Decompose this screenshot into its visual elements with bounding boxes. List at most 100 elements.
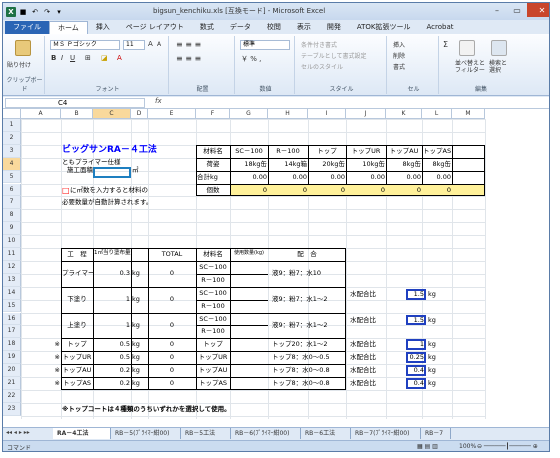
row-header[interactable]: 13 [3,273,21,287]
currency-icon[interactable]: ￥ % , [241,54,261,64]
row-header[interactable]: 8 [3,209,21,223]
sheet-tab[interactable]: RB－7(ﾌﾟﾗｲﾏｰ紺00) [351,428,421,439]
column-header[interactable]: G [230,109,268,119]
process-material: R－100 [201,327,225,336]
sheet-tab[interactable]: RB－6(ﾌﾟﾗｲﾏｰ紺00) [231,428,301,439]
column-header[interactable]: A [21,109,61,119]
sheet-tab[interactable]: RB－5工法 [181,428,231,439]
process-total: 0 [169,320,175,329]
sheet-tab[interactable]: RB－5(ﾌﾟﾗｲﾏｰ紺00) [111,428,181,439]
column-header[interactable]: I [308,109,346,119]
delete-cells-button[interactable]: 削除 [393,51,405,60]
row-header[interactable]: 2 [3,131,21,145]
column-header[interactable]: B [61,109,93,119]
row-header[interactable]: 7 [3,196,21,210]
row-header[interactable]: 19 [3,351,21,365]
font-size-combo[interactable]: 11 [123,40,145,50]
area-input[interactable] [93,166,131,179]
row-header[interactable]: 4 [3,157,21,171]
zoom-slider[interactable]: ⊖ ──────┃────── ⊕ [477,443,538,450]
insert-cells-button[interactable]: 挿入 [393,40,405,49]
cell-styles-button[interactable]: セルのスタイル [301,62,343,71]
column-header[interactable]: C [93,109,131,119]
column-header[interactable]: H [268,109,308,119]
ribbon-tab[interactable]: ATOK拡張ツール [349,21,419,34]
row-header[interactable]: 6 [3,183,21,197]
sheet-tab[interactable]: RA－4工法 [53,428,111,439]
ribbon-tab[interactable]: 開発 [319,21,349,34]
sheet-tab[interactable]: RB－6工法 [301,428,351,439]
row-header[interactable]: 3 [3,144,21,158]
select-all-corner[interactable] [3,109,21,119]
font-color-icon[interactable]: A [117,54,122,62]
restore-icon[interactable]: ▭ [507,3,527,17]
conditional-format-button[interactable]: 条件付き書式 [301,40,337,49]
redo-icon[interactable]: ↷ [42,7,52,17]
save-icon[interactable]: ■ [18,7,28,17]
format-as-table-button[interactable]: テーブルとして書式設定 [301,51,366,60]
row-header[interactable]: 11 [3,248,21,261]
minimize-icon[interactable]: – [487,3,507,17]
underline-icon[interactable]: U [70,54,75,62]
bold-icon[interactable]: B [51,54,56,62]
border-icon[interactable]: ⊞ [85,54,91,62]
customize-icon[interactable]: ▾ [54,7,64,17]
find-select-icon[interactable] [491,40,507,56]
ribbon-tab[interactable]: ファイル [5,21,49,34]
sheet-tab[interactable]: RB－7 [421,428,451,439]
sheet-nav-icon[interactable]: ◂◂ ◂ ▸ ▸▸ [6,429,30,436]
column-header[interactable]: J [346,109,386,119]
undo-icon[interactable]: ↶ [30,7,40,17]
ribbon-tab[interactable]: 校閲 [259,21,289,34]
shrink-font-icon[interactable]: A [157,41,161,48]
row-header[interactable]: 18 [3,338,21,352]
ribbon-tab[interactable]: 数式 [192,21,222,34]
column-header[interactable]: E [148,109,196,119]
sort-filter-icon[interactable] [459,40,475,56]
row-header[interactable]: 15 [3,299,21,313]
column-header[interactable]: F [196,109,230,119]
align-left-icon[interactable]: ≡ ≡ ≡ [176,54,201,63]
name-box[interactable]: C4 [5,98,145,108]
row-header[interactable]: 1 [3,119,21,132]
autosum-icon[interactable]: Σ [443,40,448,49]
find-select-label[interactable]: 検索と 選択 [489,60,507,74]
paste-label[interactable]: 貼り付け [7,60,31,69]
row-header[interactable]: 5 [3,170,21,184]
row-header[interactable]: 9 [3,222,21,236]
format-cells-button[interactable]: 書式 [393,62,405,71]
row-header[interactable]: 16 [3,312,21,326]
column-header[interactable]: L [422,109,452,119]
ribbon-tab[interactable]: 挿入 [88,21,118,34]
close-icon[interactable]: ✕ [527,3,549,17]
column-header[interactable]: K [386,109,422,119]
column-header[interactable]: M [452,109,485,119]
row-header[interactable]: 21 [3,377,21,390]
view-buttons-icon[interactable]: ▦ ▤ ▥ [417,443,438,450]
paste-icon[interactable] [15,40,31,56]
fx-icon[interactable]: fx [155,97,162,105]
row-header[interactable]: 14 [3,286,21,300]
row-header[interactable]: 20 [3,364,21,377]
fill-color-icon[interactable]: ◪ [101,54,108,62]
row-header[interactable]: 10 [3,235,21,248]
sort-filter-label[interactable]: 並べ替えと フィルター [455,60,485,74]
italic-icon[interactable]: I [61,54,63,62]
row-header[interactable]: 22 [3,389,21,403]
row-header[interactable]: 12 [3,260,21,274]
ribbon-tab[interactable]: データ [222,21,259,34]
water-ratio-value: 1.5 [413,315,424,324]
row-header[interactable]: 17 [3,325,21,339]
ribbon-tab[interactable]: 表示 [289,21,319,34]
number-format-combo[interactable]: 標準 [240,40,290,50]
row-header[interactable]: 23 [3,402,21,416]
worksheet-grid[interactable]: A B C D E F G H I J K L M 1 2 3 4 5 6 7 8 9 10 11 12 13 14 15 16 17 18… [3,109,549,427]
column-header[interactable]: D [131,109,148,119]
ribbon-tab[interactable]: Acrobat [419,21,462,34]
zoom-level[interactable]: 100% [459,443,476,450]
align-top-icon[interactable]: ≡ ≡ ≡ [176,40,201,49]
ribbon-tab[interactable]: ホーム [49,21,88,34]
font-name-combo[interactable]: ＭＳ Ｐゴシック [50,40,120,50]
grow-font-icon[interactable]: A [148,40,153,48]
ribbon-tab[interactable]: ページ レイアウト [118,21,192,34]
